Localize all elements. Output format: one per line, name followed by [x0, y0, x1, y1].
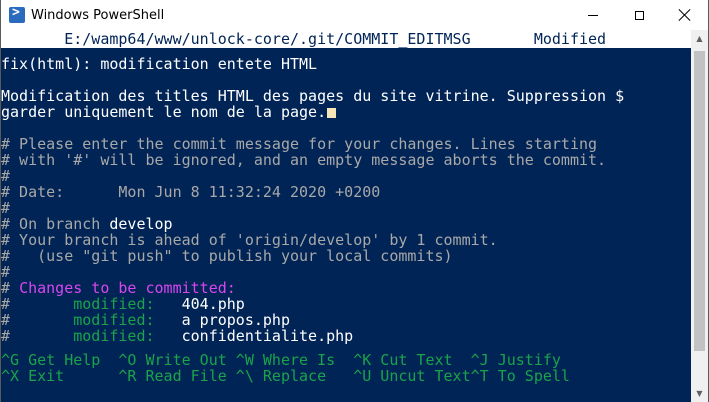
file-change-row: # modified: a_propos.php [1, 312, 691, 328]
file-status: modified: [73, 296, 155, 312]
file-path: E:/wamp64/www/unlock-core/.git/COMMIT_ED… [64, 30, 471, 48]
terminal-area[interactable]: E:/wamp64/www/unlock-core/.git/COMMIT_ED… [1, 30, 691, 402]
comment-line: # [1, 168, 11, 184]
file-hash: # [1, 328, 11, 344]
modified-indicator: Modified [533, 30, 607, 48]
changes-prefix: # [1, 280, 20, 296]
comment-line: # [1, 200, 11, 216]
file-status: modified: [73, 312, 155, 328]
powershell-window: Windows PowerShell E:/wamp64/www/unlock-… [0, 0, 709, 402]
file-hash: # [1, 296, 11, 312]
minimize-icon [588, 14, 598, 16]
commit-body-line-2[interactable]: garder uniquement le nom de la page. [1, 104, 691, 120]
nano-status-bar: E:/wamp64/www/unlock-core/.git/COMMIT_ED… [1, 30, 691, 48]
file-change-row: # modified: confidentialite.php [1, 328, 691, 344]
commit-body-2: garder uniquement le nom de la page. [1, 104, 327, 120]
scroll-thumb[interactable] [694, 51, 705, 351]
changes-label: Changes to be committed: [19, 280, 236, 296]
window-title: Windows PowerShell [31, 7, 165, 23]
scroll-down-icon[interactable]: ▼ [691, 385, 708, 402]
file-name: confidentialite.php [181, 328, 354, 344]
file-hash: # [1, 312, 11, 328]
window-controls [570, 0, 708, 30]
maximize-button[interactable] [616, 0, 662, 30]
vertical-scrollbar[interactable]: ▲ ▼ [691, 30, 708, 402]
file-name: a_propos.php [181, 312, 290, 328]
comment-line: # Please enter the commit message for yo… [1, 136, 598, 152]
commit-body-1: Modification des titles HTML des pages d… [1, 88, 625, 104]
title-bar[interactable]: Windows PowerShell [1, 0, 708, 30]
powershell-icon [9, 5, 25, 23]
commit-subject: fix(html): modification entete HTML [1, 56, 318, 72]
comment-line: # with '#' will be ignored, and an empty… [1, 152, 607, 168]
comment-ahead-line: # Your branch is ahead of 'origin/develo… [1, 232, 498, 248]
text-cursor [327, 107, 337, 118]
comment-branch-line: # On branch develop [1, 216, 691, 232]
branch-prefix: # On branch [1, 216, 110, 232]
maximize-icon [634, 10, 644, 20]
scroll-up-icon[interactable]: ▲ [691, 30, 708, 47]
file-name: 404.php [181, 296, 245, 312]
minimize-button[interactable] [570, 0, 616, 30]
file-change-row: # modified: 404.php [1, 296, 691, 312]
commit-subject-line[interactable]: fix(html): modification entete HTML [1, 56, 691, 72]
nano-help-row-1: ^G Get Help ^O Write Out ^W Where Is ^K … [1, 352, 561, 368]
close-button[interactable] [662, 0, 708, 30]
scroll-track[interactable] [691, 47, 708, 385]
comment-date-line: # Date: Mon Jun 8 11:32:24 2020 +0200 [1, 184, 381, 200]
comment-push-hint-line: # (use "git push" to publish your local … [1, 248, 453, 264]
changes-header-line: # Changes to be committed: [1, 280, 691, 296]
close-icon [679, 9, 691, 21]
branch-name: develop [109, 216, 173, 232]
commit-body-line-1[interactable]: Modification des titles HTML des pages d… [1, 88, 691, 104]
nano-help-row-2: ^X Exit ^R Read File ^\ Replace ^U Uncut… [1, 368, 570, 384]
file-status: modified: [73, 328, 155, 344]
comment-line: # [1, 264, 11, 280]
